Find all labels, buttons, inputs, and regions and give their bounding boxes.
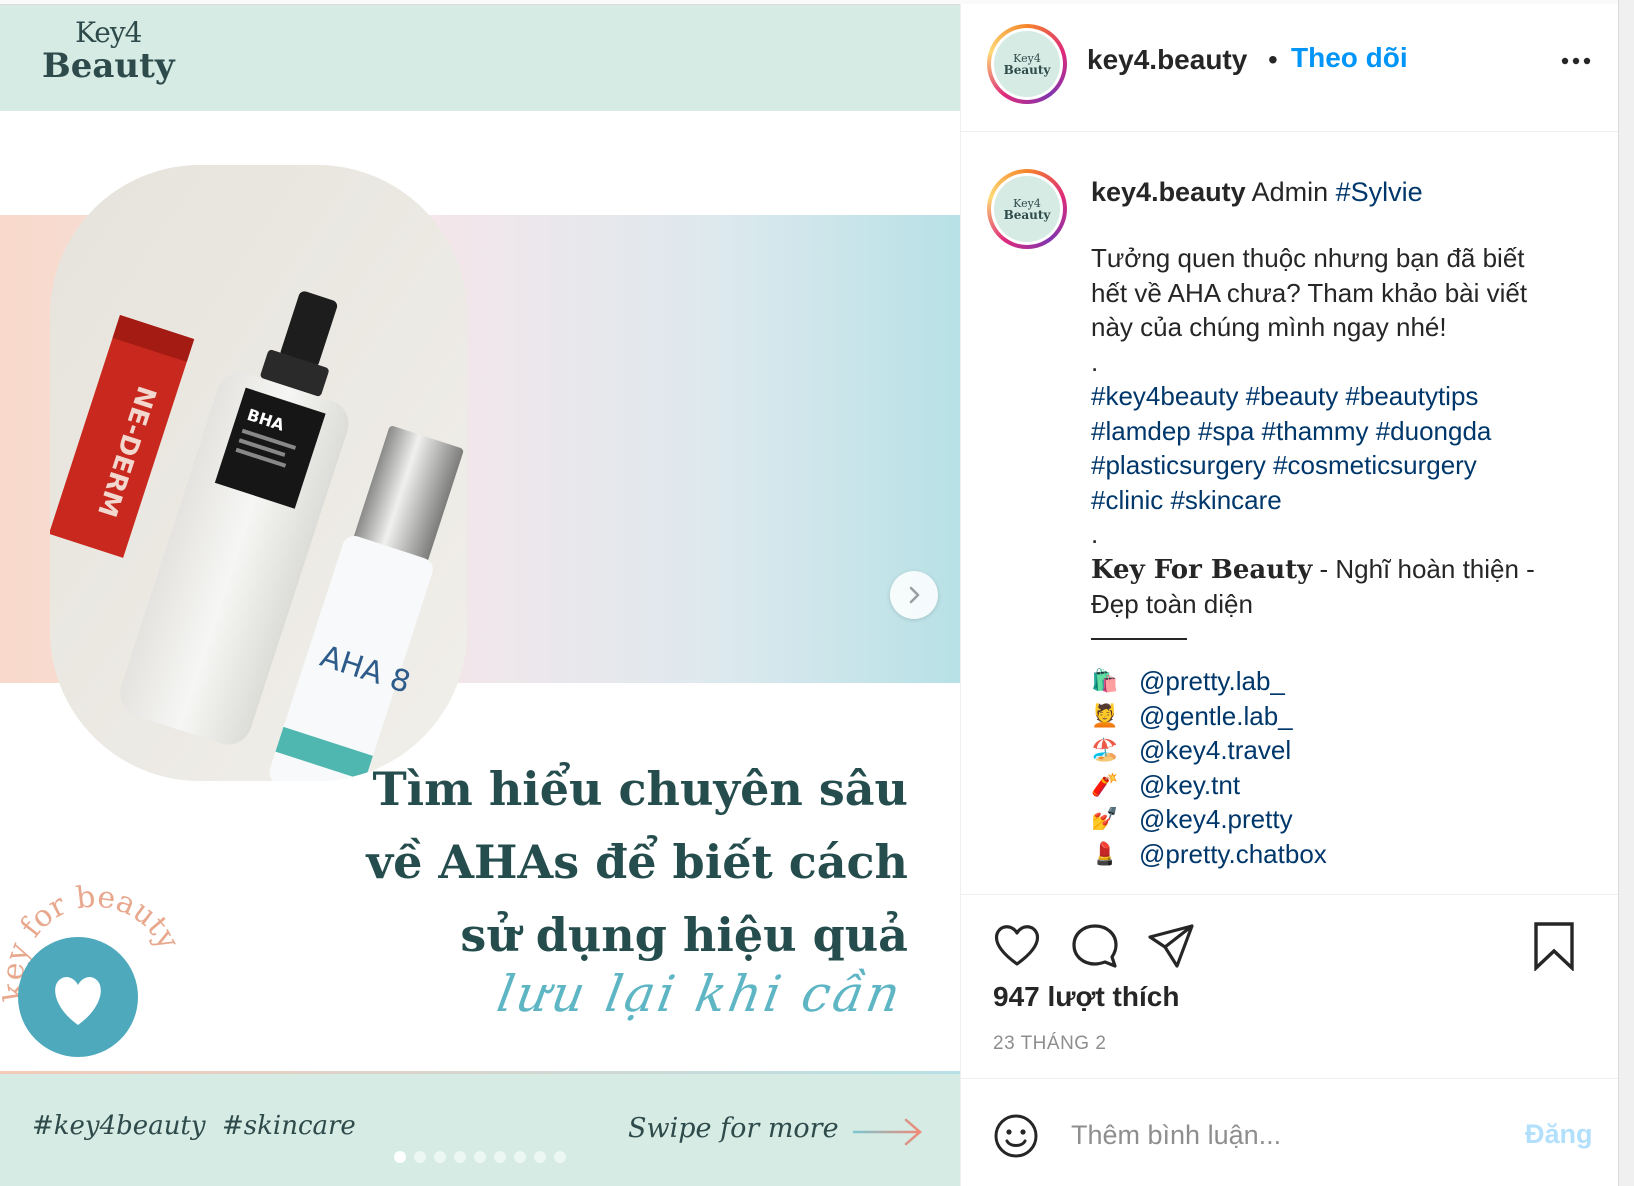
carousel-dots [394,1151,566,1163]
hashtag-line[interactable]: #lamdep #spa #thammy #duongda [1091,414,1591,449]
image-headline: Tìm hiểu chuyên sâu về AHAs để biết cách… [366,762,908,962]
post-image[interactable]: Key4 Beauty NE-DERM BHA AHA 8 Tìm hiểu c… [0,4,960,1186]
post-header: Key4 Beauty key4.beauty • Theo dõi [961,4,1619,132]
product-photo: NE-DERM BHA AHA 8 [50,165,467,781]
carousel-dot [434,1151,446,1163]
slogan-line: Key For Beauty - Nghĩ hoàn thiện - [1091,553,1535,585]
like-heart-icon[interactable] [993,923,1041,967]
carousel-dot [414,1151,426,1163]
caption-line: Tưởng quen thuộc nhưng bạn đã biết [1091,243,1525,273]
post-comment-button[interactable]: Đăng [1525,1119,1593,1150]
mention-item: 🛍️ @pretty.lab_ [1091,664,1591,699]
bookmark-icon[interactable] [1533,921,1575,971]
post-sidebar: Key4 Beauty key4.beauty • Theo dõi Key4 … [960,4,1634,1186]
slogan-line: Đẹp toàn diện [1091,589,1253,619]
mention-link[interactable]: @gentle.lab_ [1139,699,1293,734]
image-tag: #skincare [222,1111,356,1141]
more-options-icon[interactable] [1561,56,1591,66]
emoji-icon: 🛍️ [1091,668,1119,693]
mention-item: 🧨 @key.tnt [1091,768,1591,803]
mention-item: 💆 @gentle.lab_ [1091,699,1591,734]
mention-item: 💅 @key4.pretty [1091,802,1591,837]
caption-author-line: key4.beauty Admin #Sylvie [1091,177,1423,208]
share-icon[interactable] [1147,923,1195,969]
mention-item: 🏖️ @key4.travel [1091,733,1591,768]
caption-username[interactable]: key4.beauty [1091,177,1246,207]
mention-link[interactable]: @key4.travel [1139,733,1291,768]
hashtag-line[interactable]: #clinic #skincare [1091,483,1591,518]
brand-badge: key for beauty [0,879,190,1075]
window-edge [1618,0,1634,1186]
instagram-post-view: Key4 Beauty NE-DERM BHA AHA 8 Tìm hiểu c… [0,0,1634,1186]
emoji-icon: 💆 [1091,702,1119,728]
brand-logo: Key4 Beauty [42,16,175,86]
caption-dot: . [1091,346,1099,377]
emoji-icon[interactable] [993,1113,1039,1159]
arrow-right-icon [852,1118,922,1146]
swipe-text: Swipe for more [628,1113,839,1144]
emoji-icon: 🧨 [1091,771,1119,797]
image-tag: #key4beauty [32,1111,206,1141]
emoji-icon: 🏖️ [1091,737,1119,762]
hashtag-line[interactable]: #plasticsurgery #cosmeticsurgery [1091,448,1591,483]
mention-link[interactable]: @pretty.chatbox [1139,837,1327,872]
comment-input[interactable] [1071,1115,1471,1155]
carousel-dot [474,1151,486,1163]
carousel-dot [554,1151,566,1163]
carousel-dot [494,1151,506,1163]
caption-line: này của chúng mình ngay nhé! [1091,312,1447,342]
hashtag-link[interactable]: #Sylvie [1336,177,1423,207]
emoji-icon: 💄 [1091,840,1119,866]
caption-text: Tưởng quen thuộc nhưng bạn đã biết hết v… [1091,241,1591,871]
mention-item: 💄 @pretty.chatbox [1091,837,1591,872]
chevron-right-icon [909,586,920,604]
comment-icon[interactable] [1071,923,1119,969]
post-actions: 947 lượt thích 23 THÁNG 2 [961,894,1619,1080]
caption-author-note: Admin [1251,177,1329,207]
mention-link[interactable]: @pretty.lab_ [1139,664,1285,699]
avatar[interactable]: Key4 Beauty [987,24,1067,104]
emoji-icon: 💅 [1091,806,1119,831]
divider [1091,637,1187,640]
mention-link[interactable]: @key.tnt [1139,768,1240,803]
hashtag-line[interactable]: #key4beauty #beauty #beautytips [1091,379,1591,414]
like-count[interactable]: 947 lượt thích [993,981,1179,1013]
caption-avatar[interactable]: Key4 Beauty [987,169,1067,249]
separator: • [1268,44,1278,75]
brand-name: Key For Beauty [1091,554,1313,585]
carousel-dot [514,1151,526,1163]
carousel-dot [534,1151,546,1163]
header-username[interactable]: key4.beauty [1087,44,1247,76]
image-script-text: lưu lại khi cần [492,965,908,1023]
carousel-dot [394,1151,406,1163]
caption-scroll-area[interactable]: Key4 Beauty key4.beauty Admin #Sylvie Tư… [961,133,1619,893]
caption-line: hết về AHA chưa? Tham khảo bài viết [1091,277,1528,308]
mention-link[interactable]: @key4.pretty [1139,802,1293,837]
carousel-next-button[interactable] [890,571,938,619]
post-date[interactable]: 23 THÁNG 2 [993,1033,1106,1055]
mention-list: 🛍️ @pretty.lab_ 💆 @gentle.lab_ 🏖️ @key4.trave… [1091,664,1591,871]
comment-bar: Đăng [961,1078,1619,1186]
follow-button[interactable]: Theo dõi [1291,42,1408,74]
caption-dot: . [1091,519,1099,549]
carousel-dot [454,1151,466,1163]
